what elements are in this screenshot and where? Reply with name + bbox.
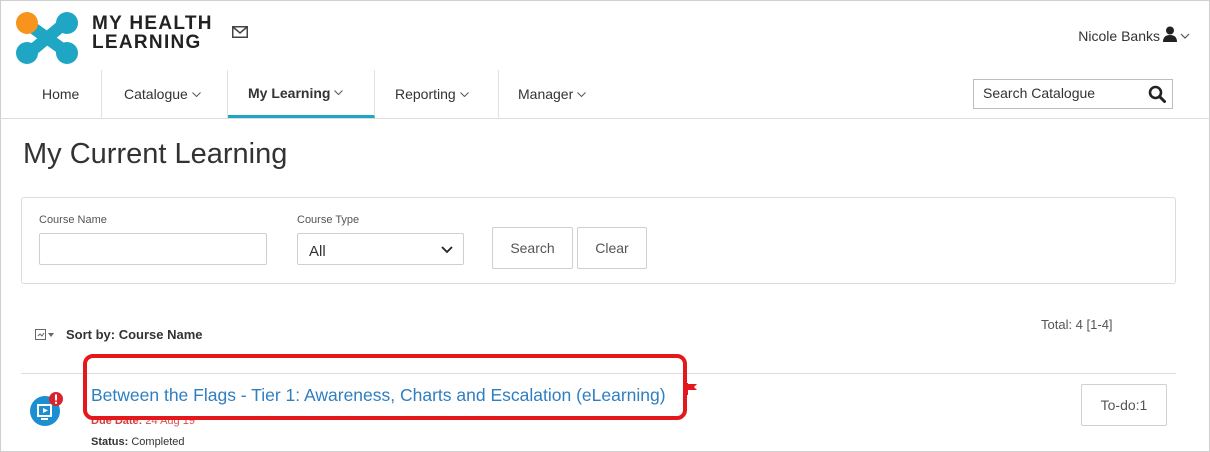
filter-panel: Course Name Course Type All Search Clear <box>21 197 1176 284</box>
course-name-label: Course Name <box>39 214 107 226</box>
nav-my-learning-label: My Learning <box>248 84 331 101</box>
user-name[interactable]: Nicole Banks <box>1078 28 1160 44</box>
chevron-down-icon <box>334 90 344 95</box>
nav-home-label: Home <box>42 86 80 102</box>
todo-button[interactable]: To-do:1 <box>1081 384 1167 426</box>
due-date-value: 24 Aug 19 <box>145 415 195 427</box>
chevron-down-icon[interactable] <box>1180 33 1190 39</box>
nav-manager[interactable]: Manager <box>499 70 609 118</box>
nav-manager-label: Manager <box>518 86 574 102</box>
nav-home[interactable]: Home <box>21 70 102 118</box>
user-icon[interactable] <box>1162 26 1178 42</box>
nav-catalogue-label: Catalogue <box>124 86 188 102</box>
nav-my-learning[interactable]: My Learning <box>228 70 375 118</box>
mail-icon[interactable] <box>232 26 248 38</box>
course-status: Status: Completed <box>91 436 185 448</box>
course-name-field[interactable] <box>39 233 267 265</box>
results-divider <box>21 373 1176 374</box>
course-due-date: Due Date: 24 Aug 19 <box>91 415 195 427</box>
search-icon[interactable] <box>1148 85 1166 103</box>
course-type-value: All <box>309 243 326 260</box>
search-button[interactable]: Search <box>492 227 573 269</box>
flag-icon <box>686 383 697 395</box>
status-value: Completed <box>131 436 185 448</box>
chevron-down-icon <box>577 91 587 97</box>
nav-divider <box>0 118 1210 119</box>
chevron-down-icon <box>441 246 453 254</box>
nav-catalogue[interactable]: Catalogue <box>102 70 228 118</box>
course-type-select[interactable]: All <box>297 233 464 265</box>
sort-label[interactable]: Sort by: Course Name <box>66 327 203 342</box>
brand-name[interactable]: MY HEALTH LEARNING <box>92 14 213 52</box>
due-date-label: Due Date: <box>91 415 143 427</box>
brand-line1: MY HEALTH <box>92 13 213 34</box>
nav-reporting[interactable]: Reporting <box>375 70 499 118</box>
clear-button[interactable]: Clear <box>577 227 647 269</box>
main-nav: Home Catalogue My Learning Reporting Man… <box>21 70 609 118</box>
catalogue-search-input[interactable] <box>974 80 1143 106</box>
elearning-icon <box>30 392 63 426</box>
logo-icon <box>16 12 78 64</box>
course-type-label: Course Type <box>297 214 360 226</box>
sort-icon[interactable] <box>35 329 55 341</box>
chevron-down-icon <box>191 91 201 97</box>
course-title-link[interactable]: Between the Flags - Tier 1: Awareness, C… <box>91 385 666 406</box>
chevron-down-icon <box>459 91 469 97</box>
catalogue-search <box>973 79 1173 109</box>
page-title: My Current Learning <box>23 138 288 170</box>
nav-reporting-label: Reporting <box>395 86 456 102</box>
results-total: Total: 4 [1-4] <box>1041 317 1113 332</box>
status-label: Status: <box>91 436 129 448</box>
brand-line2: LEARNING <box>92 32 202 53</box>
